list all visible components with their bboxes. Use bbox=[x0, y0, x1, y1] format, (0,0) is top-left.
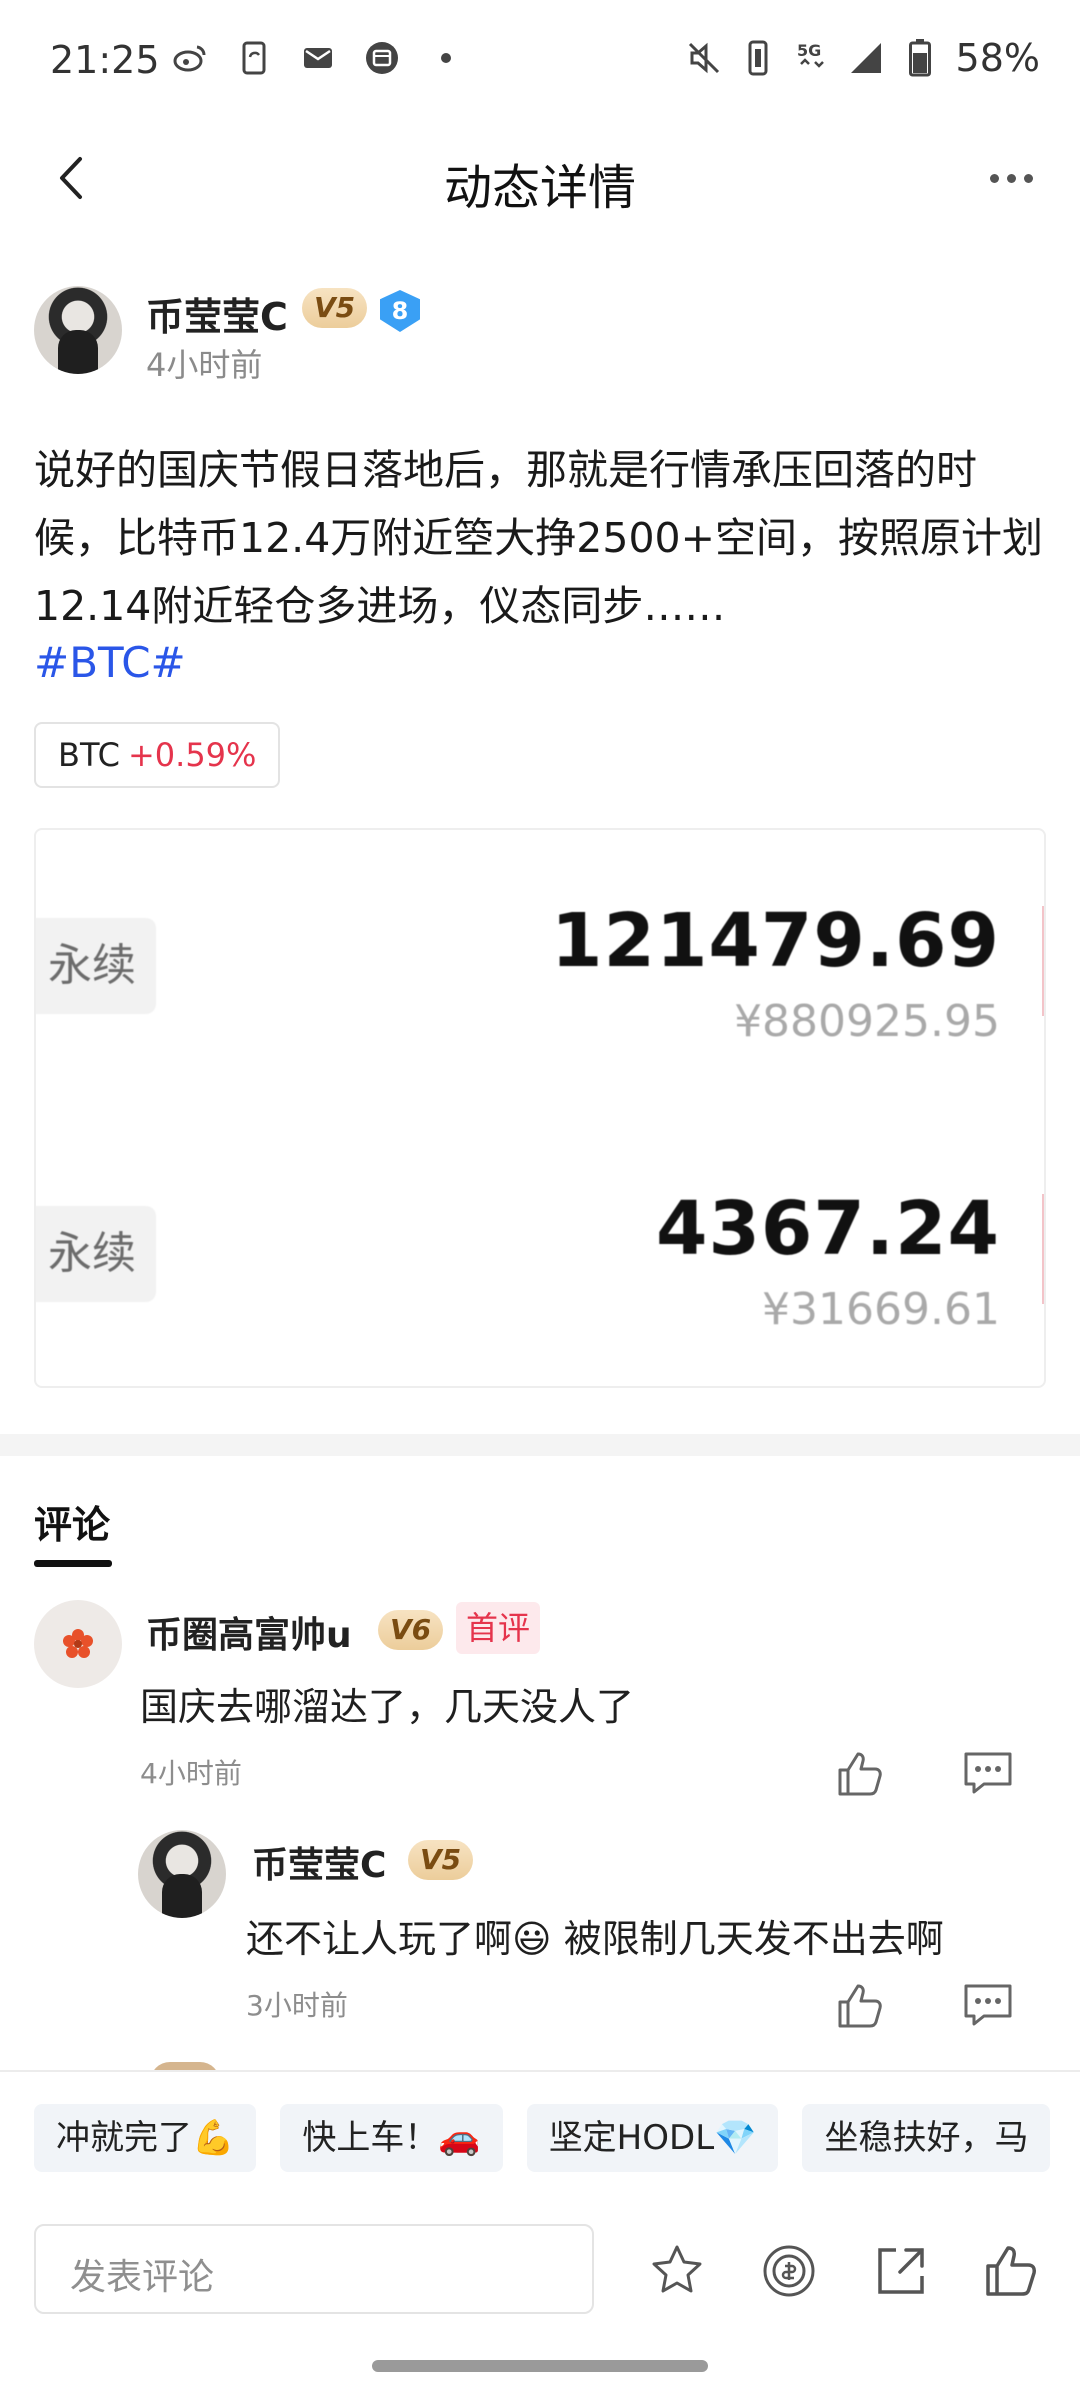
more-dot-icon bbox=[1006, 173, 1016, 183]
commenter-name[interactable]: 币莹莹C bbox=[252, 1836, 386, 1888]
quote-row: 永续 121479.69 ¥880925.95 bbox=[36, 898, 1044, 1078]
coin-tag[interactable]: BTC +0.59% bbox=[34, 722, 281, 788]
signal-icon bbox=[848, 40, 884, 76]
bottom-comment-bar: 冲就完了💪 快上车！🚗 坚定HODL💎 坐稳扶好，马 发表评论 bbox=[0, 2072, 1080, 2400]
coin-tip-icon[interactable] bbox=[760, 2242, 818, 2300]
more-options-button[interactable] bbox=[976, 148, 1046, 208]
share-icon[interactable] bbox=[872, 2242, 930, 2300]
commenter-avatar[interactable] bbox=[138, 1830, 226, 1918]
quick-reply-chip[interactable]: 快上车！🚗 bbox=[280, 2104, 503, 2172]
vip-level-badge: V5 bbox=[302, 288, 368, 328]
thumbs-up-icon[interactable] bbox=[834, 1980, 886, 2032]
phone-sync-icon bbox=[236, 40, 272, 76]
author-name[interactable]: 币莹莹C bbox=[146, 286, 288, 341]
author-avatar[interactable] bbox=[34, 286, 122, 374]
home-indicator[interactable] bbox=[372, 2360, 708, 2372]
flower-icon bbox=[63, 1629, 93, 1658]
battery-percent: 58% bbox=[955, 36, 1040, 80]
vip-level-badge: V6 bbox=[378, 1610, 444, 1650]
quick-reply-chip[interactable]: 冲就完了💪 bbox=[34, 2104, 257, 2172]
status-time: 21:25 bbox=[50, 38, 160, 82]
quote-price: 4367.24 bbox=[655, 1186, 1000, 1272]
weibo-icon bbox=[172, 40, 208, 76]
comment-placeholder: 发表评论 bbox=[70, 2257, 215, 2298]
page-title: 动态详情 bbox=[443, 160, 636, 216]
contract-type-tag: 永续 bbox=[36, 918, 156, 1014]
first-comment-badge: 首评 bbox=[456, 1602, 541, 1654]
vip-level-badge: V5 bbox=[408, 1840, 474, 1880]
rank-shield-badge: 8 bbox=[380, 290, 420, 332]
dot-icon bbox=[428, 40, 464, 76]
post-time: 4小时前 bbox=[146, 346, 263, 384]
tab-comments[interactable]: 评论 bbox=[34, 1494, 110, 1549]
calendar-icon bbox=[364, 40, 400, 76]
contract-type-tag: 永续 bbox=[36, 1206, 156, 1302]
quick-reply-list: 冲就完了💪 快上车！🚗 坚定HODL💎 坐稳扶好，马 bbox=[34, 2104, 1051, 2172]
quick-reply-chip[interactable]: 坚定HODL💎 bbox=[526, 2104, 779, 2172]
quote-cny: ¥880925.95 bbox=[734, 996, 1000, 1047]
reply-icon[interactable] bbox=[962, 1748, 1014, 1800]
section-divider bbox=[0, 1434, 1080, 1456]
comment-time: 4小时前 bbox=[140, 1757, 242, 1790]
svg-text:5G: 5G bbox=[797, 41, 821, 60]
more-dot-icon bbox=[1023, 173, 1033, 183]
commenter-name[interactable]: 币圈高富帅u bbox=[146, 1606, 352, 1658]
star-icon[interactable] bbox=[648, 2242, 706, 2300]
quick-reply-chip[interactable]: 坐稳扶好，马 bbox=[802, 2104, 1051, 2172]
battery-icon bbox=[902, 39, 938, 77]
comment-time: 3小时前 bbox=[246, 1989, 348, 2022]
more-dot-icon bbox=[989, 173, 999, 183]
comment-text: 还不让人玩了啊😃 被限制几天发不出去啊 bbox=[246, 1917, 944, 1961]
thumbs-up-icon[interactable] bbox=[834, 1748, 886, 1800]
vibrate-icon bbox=[740, 40, 776, 76]
change-indicator bbox=[1042, 1194, 1044, 1304]
status-system-icons: 5G 58% bbox=[686, 36, 1040, 80]
mute-icon bbox=[686, 40, 722, 76]
change-indicator bbox=[1042, 906, 1044, 1016]
quote-cny: ¥31669.61 bbox=[762, 1284, 1000, 1335]
post-image[interactable]: 永续 121479.69 ¥880925.95 永续 4367.24 ¥3166… bbox=[34, 828, 1046, 1388]
comment-text: 国庆去哪溜达了，几天没人了 bbox=[140, 1685, 635, 1729]
quote-price: 121479.69 bbox=[550, 898, 1000, 984]
quote-row: 永续 4367.24 ¥31669.61 bbox=[36, 1186, 1044, 1366]
status-notification-icons bbox=[172, 40, 464, 76]
mail-icon bbox=[300, 40, 336, 76]
comment-input[interactable]: 发表评论 bbox=[34, 2224, 594, 2314]
top-bar: 动态详情 bbox=[0, 120, 1080, 240]
post-hashtag[interactable]: #BTC# bbox=[34, 638, 186, 687]
active-tab-underline bbox=[34, 1560, 112, 1567]
5g-icon: 5G bbox=[794, 40, 830, 76]
coin-change: +0.59% bbox=[127, 736, 257, 774]
status-bar: 21:25 5G 58% bbox=[0, 0, 1080, 120]
commenter-avatar[interactable] bbox=[34, 1600, 122, 1688]
thumbs-up-icon[interactable] bbox=[982, 2242, 1040, 2300]
coin-symbol: BTC bbox=[58, 736, 120, 774]
reply-icon[interactable] bbox=[962, 1980, 1014, 2032]
post-body: 说好的国庆节假日落地后，那就是行情承压回落的时候，比特币12.4万附近箜大挣25… bbox=[34, 446, 1043, 630]
post-author: 币莹莹C V5 8 4小时前 bbox=[34, 286, 1034, 384]
